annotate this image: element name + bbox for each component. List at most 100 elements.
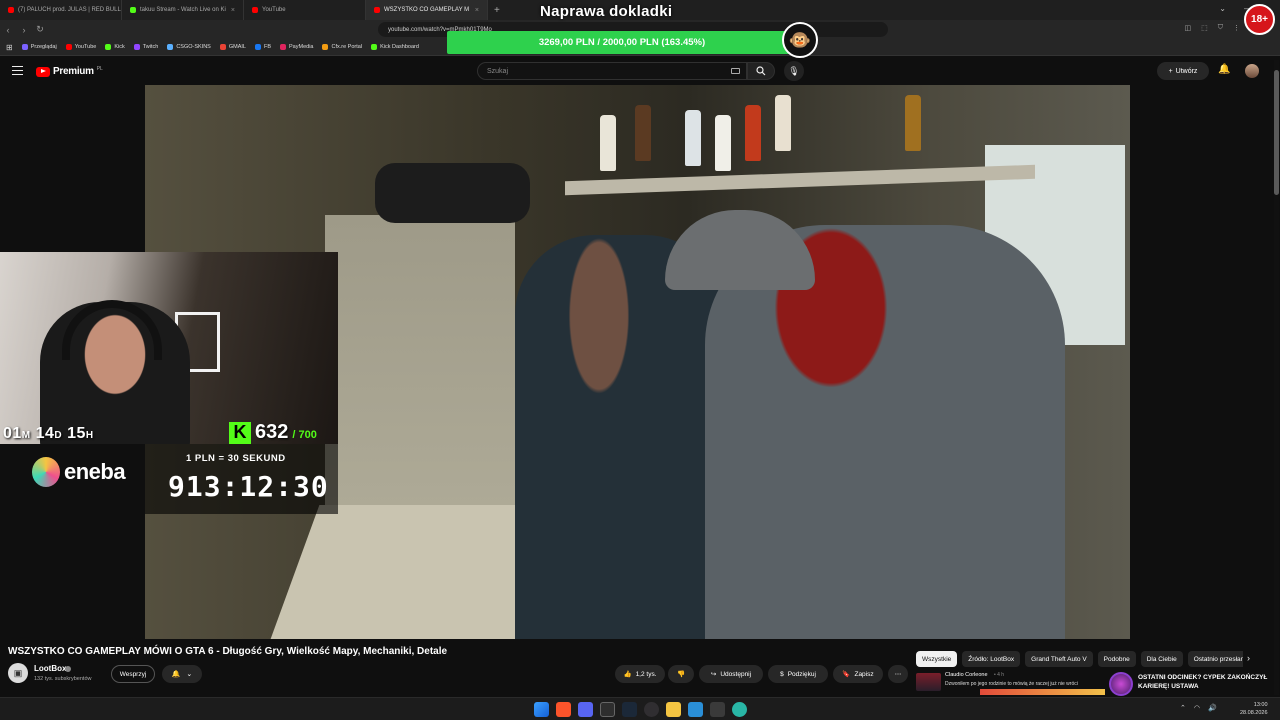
menu-dots-icon[interactable]: ⋮ [1233,24,1240,32]
vscode-icon[interactable] [688,702,703,717]
create-button[interactable]: + Utwórz [1157,62,1209,80]
related-video-title[interactable]: OSTATNI ODCINEK? CYPEK ZAKOŃCZYŁ KARIERĘ… [1138,673,1268,691]
support-button[interactable]: Wesprzyj [111,665,155,683]
facebook-icon [254,44,261,50]
chip-source[interactable]: Źródło: LootBox [962,651,1021,667]
bell-icon: 🔔 [171,671,181,678]
close-tab-icon[interactable]: × [231,7,235,14]
tab-title: YouTube [262,7,286,13]
bookmark-label: GMAIL [228,44,246,50]
chevron-right-icon[interactable]: › [1247,653,1250,663]
more-actions-button[interactable]: ⋯ [888,665,908,683]
chevron-up-icon[interactable]: ⌃ [1180,704,1186,712]
bookmark-item[interactable]: Kick [105,44,125,50]
apps-grid-icon[interactable]: ⊞ [6,43,13,52]
comment-age: • 4 h [994,672,1005,678]
video-frame [635,105,651,161]
brave-icon[interactable] [556,702,571,717]
share-icon: ↪ [710,671,717,678]
kick-icon [105,44,112,50]
related-comment-card[interactable]: Claudio Corleone • 4 h Dzwoniłem po jego… [916,671,1106,697]
like-button[interactable]: 👍 1,2 tys. [615,665,665,683]
notifications-bell-icon[interactable]: 🔔 [1218,64,1230,75]
subathon-countdown: 01M 14D 15H [3,425,94,443]
clock-time: 13:00 [1253,702,1268,708]
edge-icon[interactable] [732,702,747,717]
chip-gta-v[interactable]: Grand Theft Auto V [1025,651,1093,667]
browser-tab[interactable]: (7) PALUCH prod. JULAS | RED BULL× [0,0,122,20]
super-thanks-icon: $ [780,670,784,678]
new-tab-icon[interactable]: + [488,5,506,16]
folder-icon[interactable] [666,702,681,717]
voice-search-button[interactable]: 🎙 [784,61,804,81]
related-video-thumbnail[interactable] [1109,672,1133,696]
bookmark-item[interactable]: YouTube [65,44,96,50]
close-tab-icon[interactable]: × [475,7,479,14]
share-button[interactable]: ↪ Udostępnij [699,665,763,683]
chip-for-you[interactable]: Dla Ciebie [1140,651,1183,667]
browser-tab-active[interactable]: WSZYSTKO CO GAMEPLAY M × [366,0,488,20]
bookmark-item[interactable]: PayMedia [280,44,313,50]
share-label: Udostępnij [720,670,752,678]
reload-icon[interactable]: ↻ [32,24,48,35]
channel-avatar[interactable]: ▣ [8,663,28,683]
chip-similar[interactable]: Podobne [1097,651,1136,667]
bookmark-item[interactable]: Cfx.re Portal [322,44,362,50]
windows-start-icon[interactable] [534,702,549,717]
youtube-premium-logo[interactable]: Premium PL [36,66,103,77]
extension-icon[interactable]: ◫ [1185,24,1192,32]
back-icon[interactable]: ‹ [0,25,16,35]
sponsor-name: eneba [64,459,126,484]
forward-icon[interactable]: › [16,25,32,35]
obs-icon[interactable] [644,702,659,717]
bookmark-item[interactable]: GMAIL [219,44,246,50]
bookmark-item[interactable]: Kick Dashboard [371,44,419,50]
bookmark-item[interactable]: FB [254,44,271,50]
discord-icon[interactable] [578,702,593,717]
app-icon[interactable] [710,702,725,717]
extension-icon[interactable]: ⬚ [1201,24,1208,32]
hamburger-menu-icon[interactable] [12,66,23,75]
bookmark-label: PayMedia [289,44,314,50]
bookmark-label: Cfx.re Portal [331,44,363,50]
chip-recent[interactable]: Ostatnio przesłane [1187,651,1243,667]
keyboard-icon[interactable] [731,68,740,74]
timer-value: 913:12:30 [168,470,329,503]
page-scrollbar[interactable] [1274,60,1279,695]
streamer-webcam [0,252,338,444]
scrollbar-thumb[interactable] [1274,70,1279,195]
wifi-icon[interactable]: ◠ [1194,704,1200,712]
search-input[interactable]: Szukaj [477,62,747,80]
shield-icon[interactable]: ⛉ [1218,24,1223,32]
browser-tab[interactable]: takuu Stream - Watch Live on Ki × [122,0,244,20]
verified-icon [65,666,71,672]
microphone-icon: 🎙 [788,65,800,76]
bookmark-icon [322,44,329,50]
channel-name[interactable]: LootBox [34,664,66,673]
user-avatar[interactable] [1245,64,1259,78]
save-button[interactable]: 🔖 Zapisz [833,665,883,683]
steam-icon[interactable] [622,702,637,717]
tab-title: (7) PALUCH prod. JULAS | RED BULL [18,7,121,13]
subscription-bell-button[interactable]: 🔔 ⌄ [162,665,202,683]
kick-favicon-icon [130,7,136,13]
bookmark-item[interactable]: CSGO-SKINS [167,44,211,50]
dislike-button[interactable]: 👎 [668,665,694,683]
chip-all[interactable]: Wszystkie [916,651,958,667]
tab-title: takuu Stream - Watch Live on Ki [140,7,226,13]
gmail-icon [219,44,226,50]
commenter-name: Claudio Corleone [945,672,988,678]
countdown-unit: H [85,430,94,441]
bookmark-item[interactable]: Twitch [133,44,158,50]
browser-tab[interactable]: YouTube [244,0,366,20]
search-button[interactable] [747,62,775,80]
bookmark-item[interactable]: Przeglądaj [21,44,57,50]
thumbs-up-icon: 👍 [623,671,632,678]
volume-icon[interactable]: 🔊 [1208,704,1217,712]
app-icon[interactable] [600,702,615,717]
chevron-down-icon[interactable]: ⌄ [1219,4,1226,13]
age-rating-badge: 18+ [1244,4,1275,35]
monkey-mascot-icon: 🐵 [782,22,818,58]
taskbar-clock[interactable]: 13:00 28.08.2026 [1240,701,1268,717]
thanks-button[interactable]: $ Podziękuj [768,665,828,683]
